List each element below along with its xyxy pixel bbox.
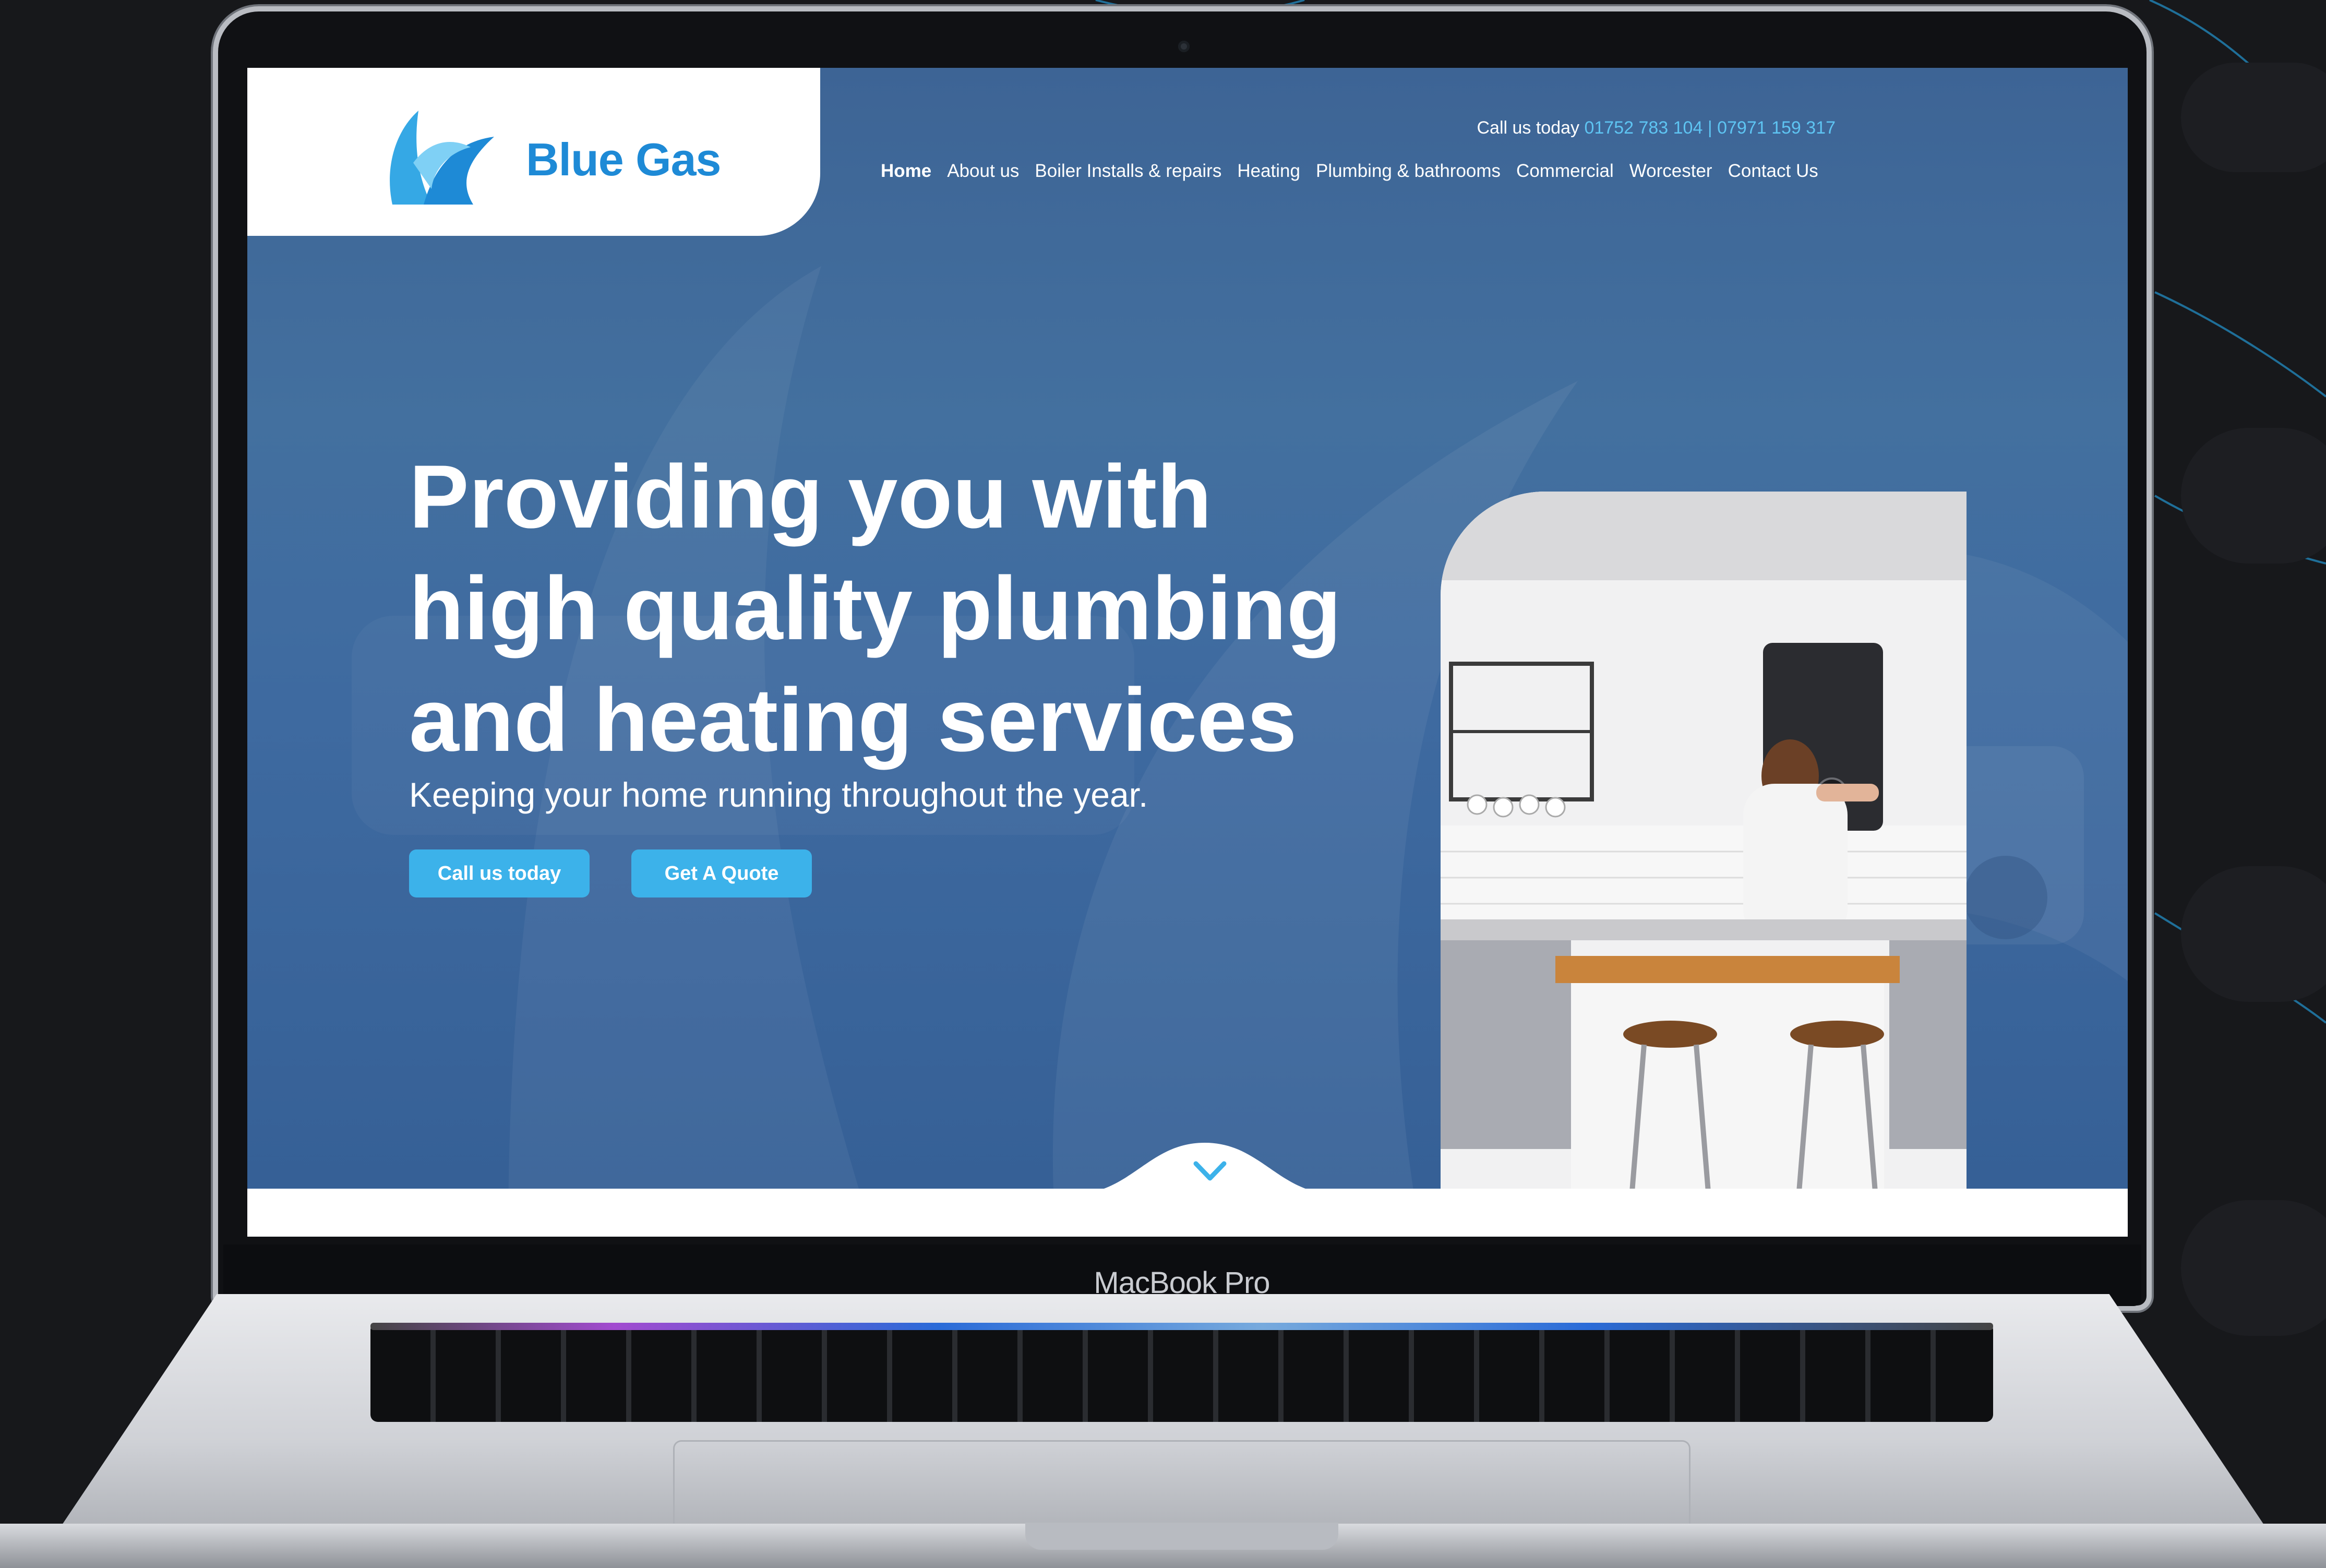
nav-item-about-us[interactable]: About us — [947, 161, 1019, 182]
camera-icon — [1178, 41, 1190, 52]
nav-item-heating[interactable]: Heating — [1237, 161, 1300, 182]
phone-numbers[interactable]: 01752 783 104 | 07971 159 317 — [1584, 118, 1836, 138]
brand-name: Blue Gas — [526, 134, 721, 185]
logo-panel[interactable]: Blue Gas — [247, 68, 820, 236]
blue-gas-flame-logo-icon — [390, 111, 494, 205]
hero-bottom-strip — [247, 1189, 2128, 1237]
touch-bar — [370, 1323, 1993, 1330]
nav-item-worcester[interactable]: Worcester — [1629, 161, 1712, 182]
hero-headline: Providing you with high quality plumbing… — [409, 441, 1453, 776]
trackpad — [673, 1440, 1690, 1524]
call-us-today-button[interactable]: Call us today — [409, 849, 590, 897]
keyboard — [370, 1323, 1993, 1422]
headline-line-2: high quality plumbing — [409, 558, 1341, 659]
headline-line-3: and heating services — [409, 670, 1297, 770]
call-us-line: Call us today 01752 783 104 | 07971 159 … — [1477, 118, 1836, 138]
nav-item-commercial[interactable]: Commercial — [1516, 161, 1614, 182]
kitchen-boiler-photo — [1441, 492, 1967, 1237]
nav-item-plumbing-bathrooms[interactable]: Plumbing & bathrooms — [1316, 161, 1501, 182]
hero-subheading: Keeping your home running throughout the… — [409, 775, 1148, 814]
lid-notch — [1025, 1523, 1338, 1550]
headline-line-1: Providing you with — [409, 447, 1212, 547]
nav-item-home[interactable]: Home — [881, 161, 931, 182]
nav-item-boiler-installs[interactable]: Boiler Installs & repairs — [1035, 161, 1221, 182]
call-prefix: Call us today — [1477, 118, 1580, 138]
chevron-down-icon[interactable] — [1192, 1158, 1228, 1184]
main-nav: Home About us Boiler Installs & repairs … — [881, 161, 1818, 182]
kitchen-illustration — [1441, 492, 1967, 1237]
get-a-quote-button[interactable]: Get A Quote — [631, 849, 812, 897]
nav-item-contact-us[interactable]: Contact Us — [1728, 161, 1818, 182]
website-screen: Blue Gas Call us today 01752 783 104 | 0… — [247, 68, 2128, 1237]
